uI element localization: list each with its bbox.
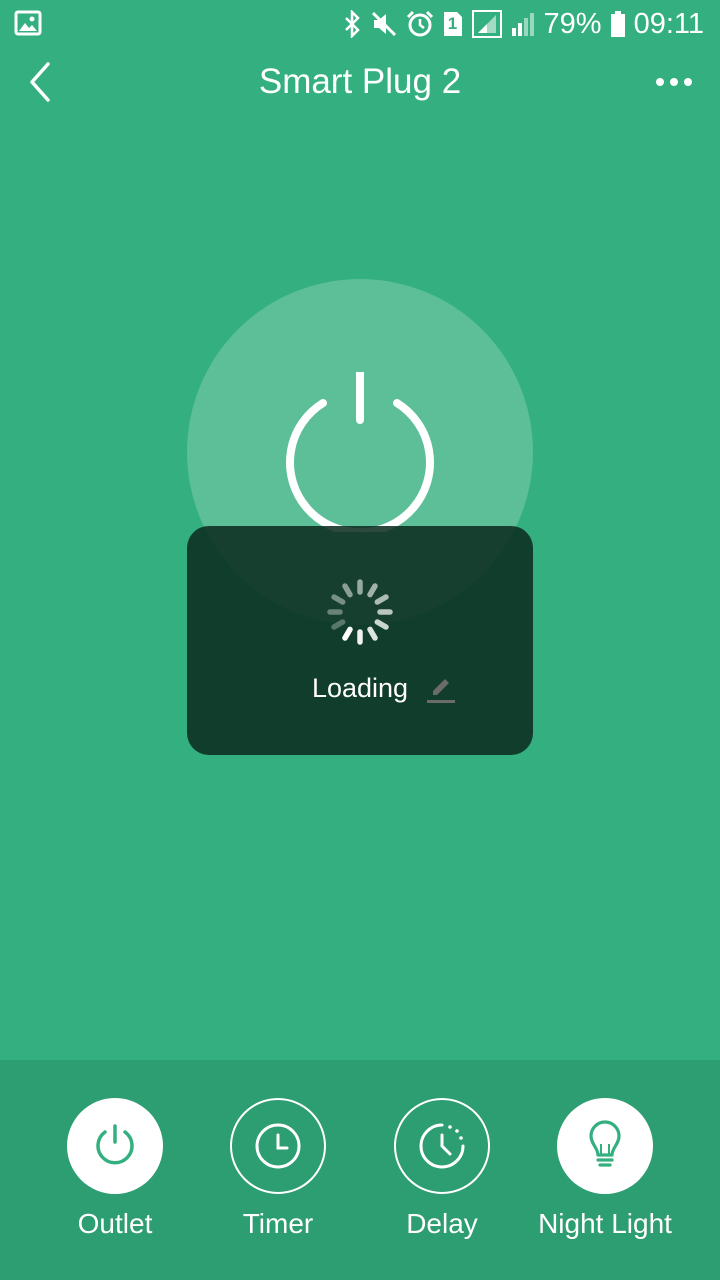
bluetooth-icon <box>342 10 362 38</box>
battery-percent: 79% <box>543 8 602 40</box>
outlet-icon-circle <box>67 1098 163 1194</box>
status-bar: 1 79% 09:11 <box>0 0 720 48</box>
mode-timer-button[interactable]: Timer <box>188 1098 368 1258</box>
loading-dialog: Loading <box>187 526 533 755</box>
mute-icon <box>370 10 398 38</box>
signal-icon <box>471 10 502 38</box>
signal-icon <box>510 10 536 38</box>
loading-text: Loading <box>311 673 409 703</box>
more-options-button[interactable] <box>650 58 698 106</box>
delay-icon-circle <box>394 1098 490 1194</box>
mode-night-light-button[interactable]: Night Light <box>515 1098 695 1258</box>
clock-icon <box>255 1123 301 1169</box>
more-dots-icon <box>656 78 692 86</box>
page-title: Smart Plug 2 <box>258 62 462 101</box>
app-bar: Smart Plug 2 <box>0 48 720 116</box>
mode-label: Night Light <box>538 1208 672 1239</box>
battery-icon <box>610 10 626 38</box>
power-icon <box>286 372 434 532</box>
timer-icon-circle <box>230 1098 326 1194</box>
pencil-icon[interactable] <box>425 673 457 705</box>
clock-time: 09:11 <box>633 8 704 40</box>
mode-bar: Outlet Timer Delay Night Light <box>0 1060 720 1280</box>
sim-slot-number: 1 <box>447 14 458 33</box>
delay-clock-icon <box>419 1123 465 1169</box>
sim-icon: 1 <box>442 10 464 38</box>
gallery-icon <box>14 10 42 41</box>
power-icon <box>96 1124 134 1165</box>
night-light-icon-circle <box>557 1098 653 1194</box>
bulb-icon <box>589 1120 621 1167</box>
alarm-icon <box>406 10 434 38</box>
spinner-icon <box>327 579 393 645</box>
